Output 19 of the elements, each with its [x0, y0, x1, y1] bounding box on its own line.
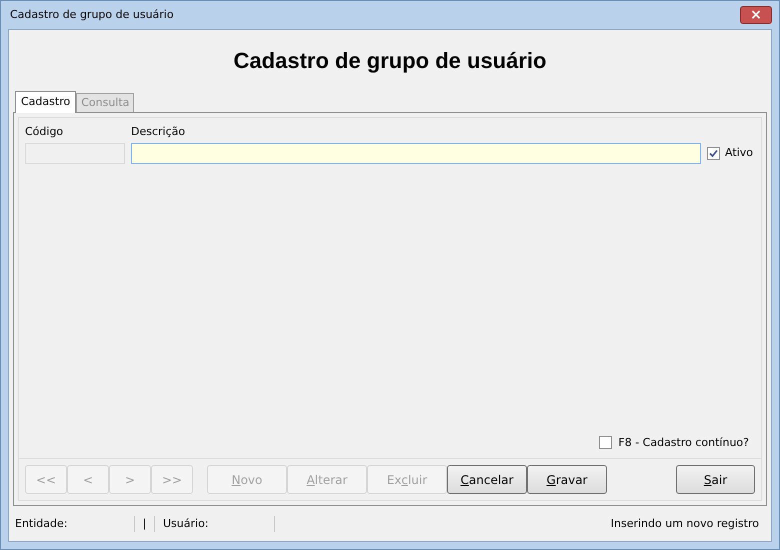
checkbox[interactable]: [599, 436, 612, 450]
field-label: Descrição: [131, 124, 186, 140]
window-title: Cadastro de grupo de usuário: [10, 6, 174, 23]
close-button[interactable]: ×: [740, 6, 772, 24]
checkbox[interactable]: [707, 146, 720, 160]
status-separator: |: [142, 516, 148, 532]
action-button[interactable]: Cancelar: [447, 465, 527, 494]
checkbox-label: F8 - Cadastro contínuo?: [618, 434, 749, 450]
status-message: Inserindo um novo registro: [610, 516, 760, 532]
form-heading: Cadastro de grupo de usuário: [234, 46, 546, 75]
status-user: Usuário:: [155, 516, 275, 532]
tab[interactable]: Consulta: [76, 93, 134, 112]
checkbox-label: Ativo: [725, 144, 753, 161]
status-entity: Entidade:: [13, 516, 135, 532]
field-label: Código: [25, 124, 64, 140]
action-button[interactable]: Sair: [676, 465, 755, 494]
tab[interactable]: Cadastro: [15, 91, 76, 113]
action-button[interactable]: Gravar: [527, 465, 607, 494]
description-field[interactable]: [131, 142, 702, 164]
